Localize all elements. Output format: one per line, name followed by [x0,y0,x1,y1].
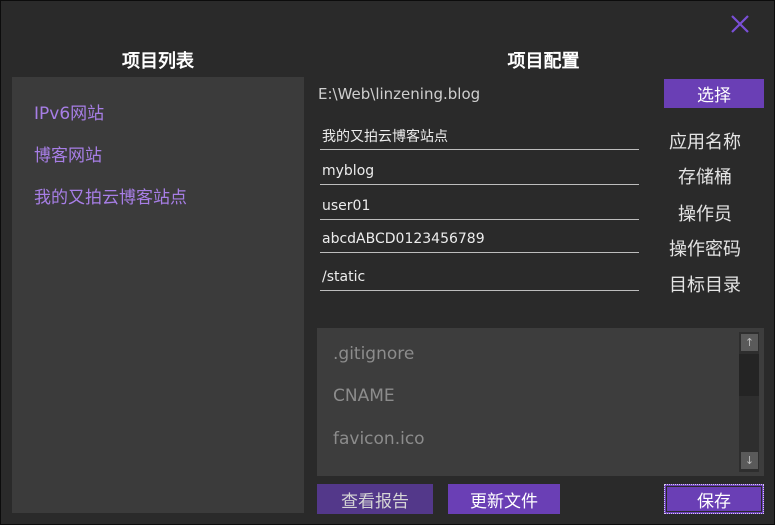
app-name-input[interactable] [320,123,641,149]
password-label: 操作密码 [669,239,741,260]
project-config-title: 项目配置 [507,51,580,72]
file-item[interactable]: CNAME [333,386,395,406]
arrow-down-icon[interactable]: ↓ [741,452,758,469]
bucket-input[interactable] [320,158,641,184]
app-window: 项目列表 IPv6网站 博客网站 我的又拍云博客站点 项目配置 E:\Web\l… [0,0,775,525]
file-list[interactable]: .gitignore CNAME favicon.ico ↑ ↓ [317,328,764,476]
file-item[interactable]: favicon.ico [333,429,425,449]
password-input[interactable] [320,226,641,252]
bucket-label: 存储桶 [678,167,732,188]
app-name-field[interactable] [320,123,641,150]
select-folder-button[interactable]: 选择 [664,79,764,108]
project-item-ipv6[interactable]: IPv6网站 [34,99,104,124]
target-dir-field[interactable] [320,264,641,291]
arrow-up-icon[interactable]: ↑ [741,334,758,351]
project-list-title: 项目列表 [122,51,194,72]
save-button[interactable]: 保存 [664,484,764,514]
app-name-label: 应用名称 [669,132,741,153]
project-item-blog[interactable]: 博客网站 [34,141,102,166]
update-files-button[interactable]: 更新文件 [448,484,560,514]
view-report-button[interactable]: 查看报告 [317,484,433,514]
operator-field[interactable] [320,193,641,220]
target-dir-input[interactable] [320,264,641,290]
project-list: IPv6网站 博客网站 我的又拍云博客站点 [12,77,304,513]
close-icon[interactable] [728,12,752,36]
project-item-upyun-blog[interactable]: 我的又拍云博客站点 [34,183,187,208]
password-field[interactable] [320,226,641,253]
operator-label: 操作员 [678,204,732,225]
operator-input[interactable] [320,193,641,219]
file-list-scrollbar[interactable]: ↑ ↓ [739,332,759,472]
bucket-field[interactable] [320,158,641,185]
target-dir-label: 目标目录 [669,275,741,296]
file-item[interactable]: .gitignore [333,344,414,364]
scroll-thumb[interactable] [739,354,759,396]
project-path: E:\Web\linzening.blog [318,85,481,103]
